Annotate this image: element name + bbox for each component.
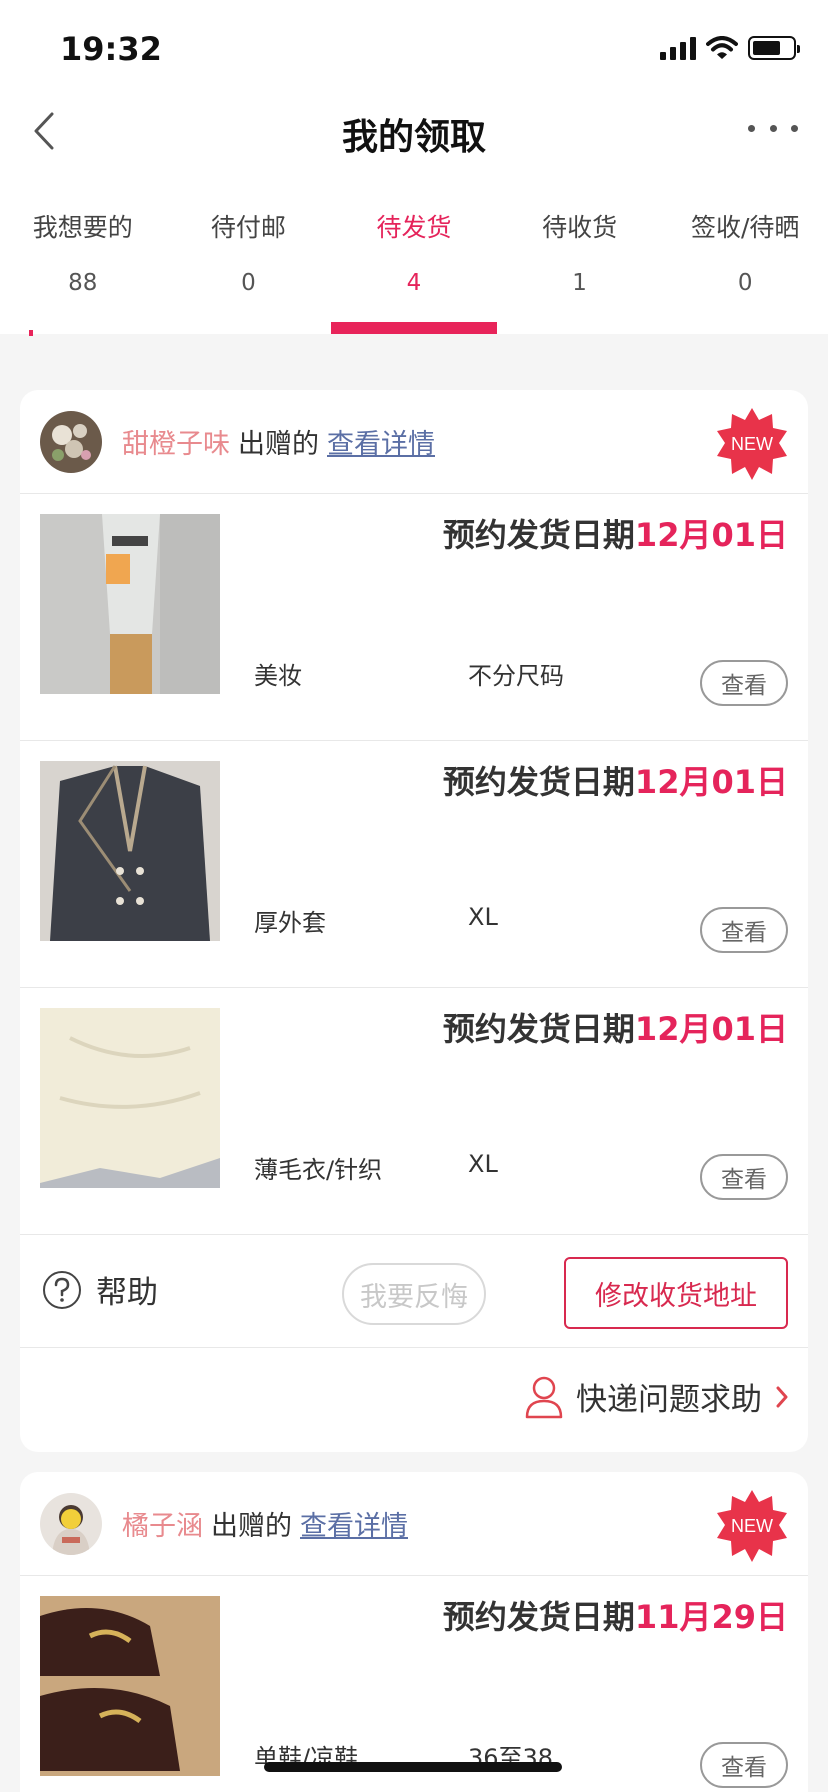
cellular-signal-icon — [660, 36, 696, 60]
list-item: 预约发货日期11月29日 单鞋/凉鞋 36至38 查看 — [20, 1576, 808, 1792]
more-icon[interactable] — [748, 118, 798, 138]
item-size: XL — [468, 903, 498, 931]
home-indicator — [264, 1762, 562, 1772]
express-help-label: 快递问题求助 — [576, 1382, 762, 1418]
item-category: 薄毛衣/针织 — [254, 1156, 383, 1184]
item-photo-jacket[interactable] — [40, 761, 220, 941]
battery-icon — [748, 36, 800, 60]
view-button[interactable]: 查看 — [700, 907, 788, 953]
avatar[interactable] — [40, 410, 102, 473]
chevron-right-icon — [776, 1386, 788, 1407]
question-circle-icon — [43, 1270, 81, 1309]
status-icons — [660, 36, 800, 60]
help-label: 帮助 — [96, 1275, 158, 1311]
view-button[interactable]: 查看 — [700, 1742, 788, 1788]
ship-date: 12月01日 — [634, 763, 788, 801]
gift-card: 甜橙子味 出赠的 查看详情 NEW 预约发货日期12月01日 美妆 不分尺码 查看 — [20, 390, 808, 1452]
ship-label: 预约发货日期 — [442, 1598, 635, 1636]
tab-count: 0 — [241, 270, 256, 296]
tab-pending-receipt[interactable]: 待收货 1 — [497, 210, 663, 334]
list-item: 预约发货日期12月01日 美妆 不分尺码 查看 — [20, 494, 808, 741]
item-category: 厚外套 — [254, 909, 326, 937]
tab-wanted[interactable]: 我想要的 88 — [0, 210, 166, 334]
item-photo-shoes[interactable] — [40, 1596, 220, 1776]
help-button[interactable]: 帮助 — [42, 1267, 158, 1312]
view-button[interactable]: 查看 — [700, 660, 788, 706]
scroll-marker — [29, 330, 33, 336]
tab-label: 待付邮 — [210, 213, 286, 242]
tab-label: 签收/待晒 — [690, 213, 800, 242]
list-item: 预约发货日期12月01日 厚外套 XL 查看 — [20, 741, 808, 988]
tab-label: 待收货 — [542, 213, 618, 242]
tab-signed-review[interactable]: 签收/待晒 0 — [662, 210, 828, 334]
card-header: 甜橙子味 出赠的 查看详情 NEW — [20, 390, 808, 494]
card-actions: 帮助 我要反悔 修改收货地址 — [20, 1235, 808, 1348]
list-item: 预约发货日期12月01日 薄毛衣/针织 XL 查看 — [20, 988, 808, 1235]
item-size: XL — [468, 1150, 498, 1178]
page-title: 我的领取 — [341, 117, 486, 158]
wifi-icon — [706, 36, 738, 59]
new-badge-icon: NEW — [717, 408, 787, 480]
ship-date: 12月01日 — [634, 1010, 788, 1048]
tab-count: 1 — [572, 270, 587, 296]
regret-button[interactable]: 我要反悔 — [342, 1263, 486, 1325]
item-size: 不分尺码 — [468, 662, 564, 690]
ship-label: 预约发货日期 — [442, 516, 635, 554]
gift-card: 橘子涵 出赠的 查看详情 NEW 预约发货日期11月29日 单鞋/凉鞋 36至38 … — [20, 1472, 808, 1792]
tab-label: 待发货 — [376, 213, 452, 242]
giver-name[interactable]: 橘子涵 — [122, 1511, 203, 1542]
ship-date-line: 预约发货日期12月01日 — [443, 757, 788, 803]
tab-count: 4 — [406, 270, 422, 296]
giver-name[interactable]: 甜橙子味 — [122, 429, 230, 460]
ship-date-line: 预约发货日期12月01日 — [443, 510, 788, 556]
view-details-link[interactable]: 查看详情 — [327, 429, 435, 460]
ship-label: 预约发货日期 — [442, 763, 635, 801]
tab-count: 0 — [737, 270, 753, 296]
header-area: 19:32 我的领取 我想要的 88 待付邮 0 待发货 4 待收货 1 签收/… — [0, 0, 828, 334]
express-help-row[interactable]: 快递问题求助 — [20, 1348, 808, 1447]
ship-date-line: 预约发货日期12月01日 — [443, 1004, 788, 1050]
change-address-button[interactable]: 修改收货地址 — [564, 1257, 788, 1329]
ship-date-line: 预约发货日期11月29日 — [443, 1592, 788, 1638]
item-photo-sunscreen[interactable] — [40, 514, 220, 694]
status-tabs: 我想要的 88 待付邮 0 待发货 4 待收货 1 签收/待晒 0 — [0, 210, 828, 334]
ship-date: 11月29日 — [634, 1598, 788, 1636]
giver-line: 甜橙子味 出赠的 查看详情 — [122, 422, 435, 461]
view-button[interactable]: 查看 — [700, 1154, 788, 1200]
ship-label: 预约发货日期 — [442, 1010, 635, 1048]
tab-pending-postage[interactable]: 待付邮 0 — [166, 210, 332, 334]
new-badge-icon: NEW — [717, 1490, 787, 1562]
new-badge-text: NEW — [731, 434, 773, 454]
item-category: 美妆 — [254, 662, 302, 690]
giver-line: 橘子涵 出赠的 查看详情 — [122, 1504, 408, 1543]
avatar[interactable] — [40, 1492, 102, 1555]
gave-text: 出赠的 — [238, 429, 319, 460]
tab-count: 88 — [68, 270, 98, 296]
new-badge-text: NEW — [731, 1516, 773, 1536]
status-time: 19:32 — [60, 30, 162, 68]
card-header: 橘子涵 出赠的 查看详情 NEW — [20, 1472, 808, 1576]
person-icon — [525, 1376, 563, 1418]
active-tab-indicator — [331, 322, 497, 334]
view-details-link[interactable]: 查看详情 — [300, 1511, 408, 1542]
item-photo-sweater[interactable] — [40, 1008, 220, 1188]
ship-date: 12月01日 — [634, 516, 788, 554]
tab-label: 我想要的 — [32, 213, 133, 242]
nav-bar: 我的领取 — [0, 96, 828, 168]
gave-text: 出赠的 — [211, 1511, 292, 1542]
tab-pending-shipment[interactable]: 待发货 4 — [331, 210, 497, 334]
express-help[interactable]: 快递问题求助 — [524, 1374, 790, 1419]
